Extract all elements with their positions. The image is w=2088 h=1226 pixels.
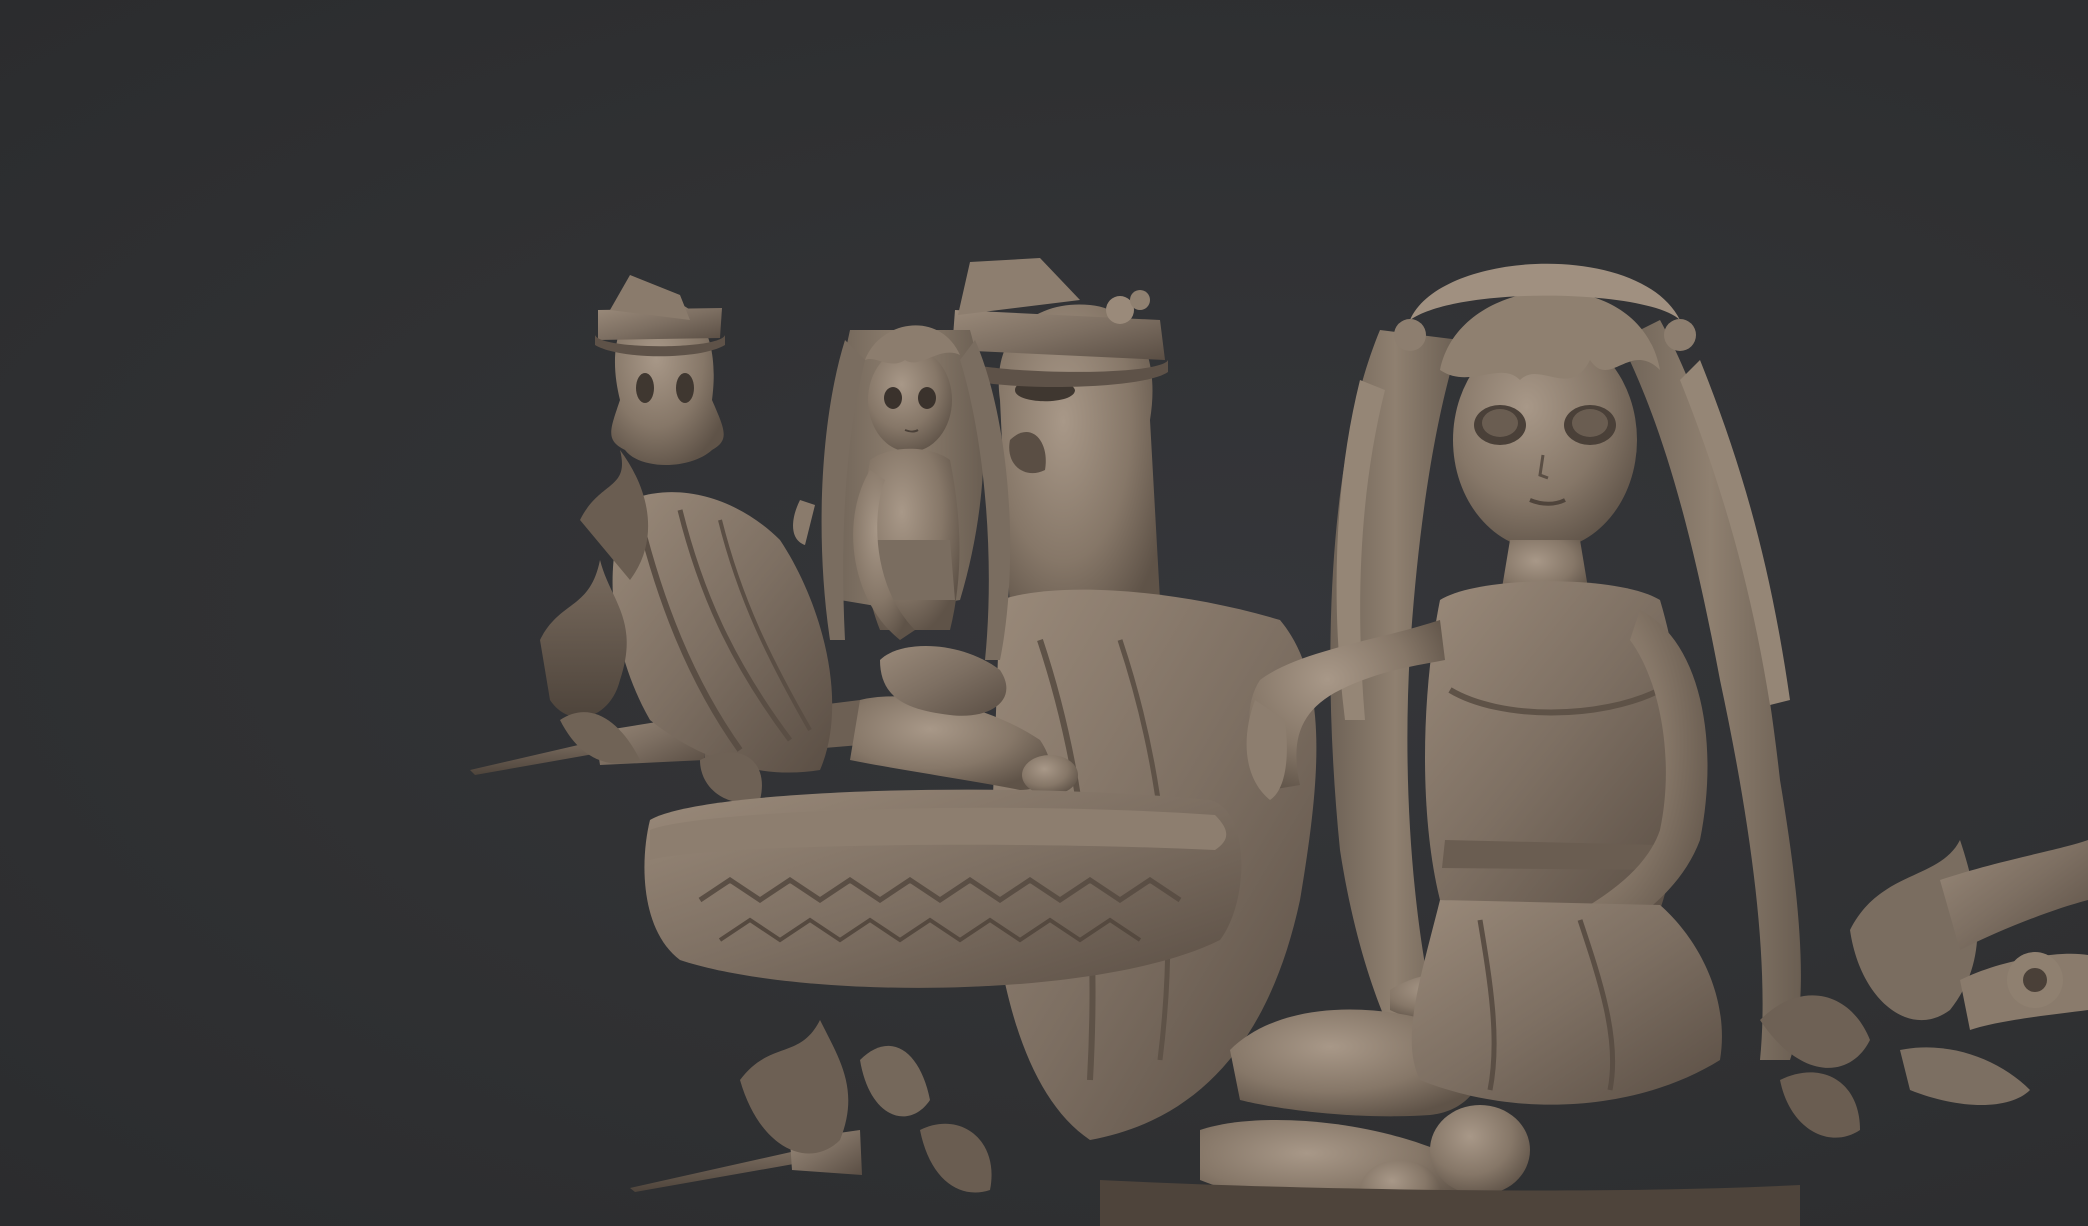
3d-viewport-canvas[interactable]: [0, 0, 2088, 1226]
ghost-with-hat-left: [595, 275, 725, 465]
flame-ornaments-right: [1760, 840, 2088, 1138]
floating-stone-slab: [644, 789, 1242, 988]
seated-girl-large: [1200, 263, 1801, 1220]
sculpt-model-render: [470, 258, 2088, 1226]
